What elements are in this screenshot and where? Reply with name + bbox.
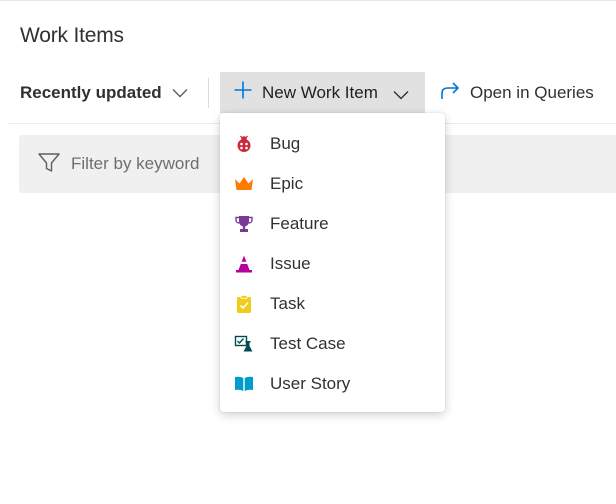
cone-icon — [234, 255, 254, 273]
menu-item-feature[interactable]: Feature — [220, 204, 445, 244]
open-in-queries-label: Open in Queries — [470, 83, 594, 102]
menu-item-label: Feature — [270, 214, 329, 233]
chevron-down-icon — [393, 85, 409, 105]
clipboard-icon — [234, 295, 254, 313]
new-work-item-button[interactable]: New Work Item — [220, 72, 425, 113]
menu-item-label: Bug — [270, 134, 301, 153]
menu-item-user-story[interactable]: User Story — [220, 364, 445, 404]
test-case-icon — [234, 335, 254, 353]
menu-item-test-case[interactable]: Test Case — [220, 324, 445, 364]
toolbar-divider — [208, 78, 209, 108]
open-in-queries-button[interactable]: Open in Queries — [440, 72, 594, 114]
menu-item-label: Test Case — [270, 334, 346, 353]
bug-icon — [234, 135, 254, 153]
plus-icon — [234, 81, 252, 104]
chevron-down-icon — [172, 83, 188, 103]
sort-label: Recently updated — [20, 83, 162, 102]
menu-item-label: Task — [270, 294, 305, 313]
sort-dropdown-button[interactable]: Recently updated — [20, 72, 188, 114]
menu-item-label: Epic — [270, 174, 304, 193]
toolbar: Recently updated New Work Item Open in Q… — [0, 72, 616, 114]
trophy-icon — [234, 215, 254, 233]
new-work-item-menu: Bug Epic Feature Issue Task Test Case Us… — [220, 113, 445, 412]
menu-item-issue[interactable]: Issue — [220, 244, 445, 284]
book-icon — [234, 375, 254, 393]
share-arrow-icon — [440, 81, 460, 105]
menu-item-label: User Story — [270, 374, 351, 393]
page-title: Work Items — [20, 24, 124, 47]
menu-item-epic[interactable]: Epic — [220, 164, 445, 204]
crown-icon — [234, 175, 254, 193]
menu-item-bug[interactable]: Bug — [220, 124, 445, 164]
filter-icon — [38, 153, 60, 178]
menu-item-label: Issue — [270, 254, 311, 273]
top-border — [0, 0, 616, 1]
new-work-item-label: New Work Item — [262, 82, 378, 102]
menu-item-task[interactable]: Task — [220, 284, 445, 324]
